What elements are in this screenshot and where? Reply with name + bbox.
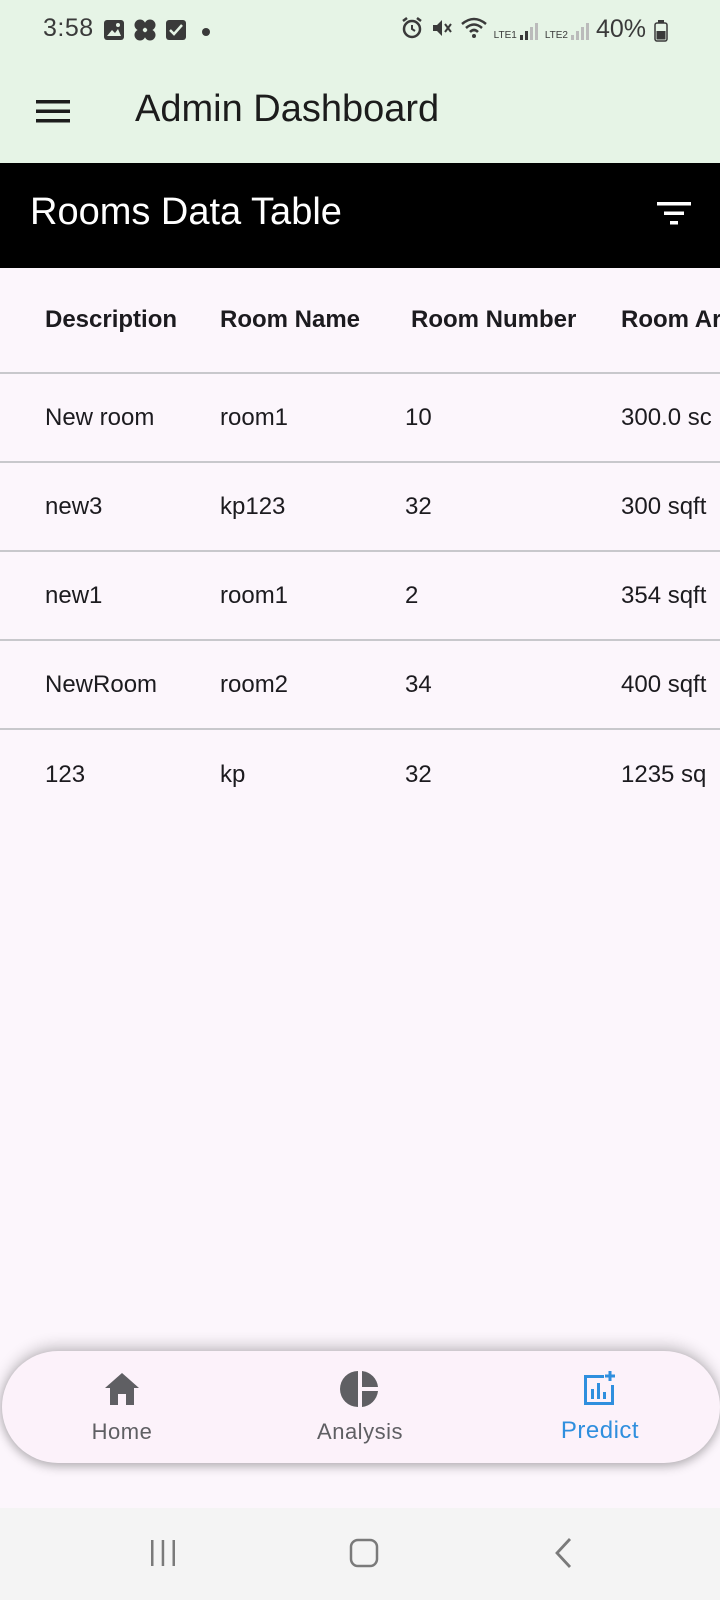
- cell-room-number: 32: [405, 492, 432, 520]
- cell-room-area: 400 sqft: [621, 670, 707, 698]
- signal-lte1-icon: LTE1: [494, 21, 539, 41]
- table-row[interactable]: New room room1 10 300.0 sc: [0, 374, 720, 463]
- network-2-label: LTE2: [544, 29, 568, 41]
- fan-icon: [133, 18, 157, 47]
- cell-room-number: 2: [405, 581, 419, 609]
- nav-label-analysis: Analysis: [317, 1419, 403, 1444]
- nav-item-analysis[interactable]: Analysis: [270, 1351, 450, 1463]
- column-header-room-number[interactable]: Room Number: [411, 268, 576, 372]
- mute-icon: [430, 16, 454, 45]
- cell-room-number: 10: [405, 403, 432, 431]
- home-square-icon: [348, 1537, 380, 1574]
- cell-room-name: kp123: [220, 492, 286, 520]
- table-header-bar: Rooms Data Table: [0, 163, 720, 268]
- system-home-button[interactable]: [340, 1532, 388, 1578]
- pie-chart-icon: [340, 1369, 380, 1409]
- dot-icon: [201, 24, 211, 42]
- back-chevron-icon: [552, 1537, 576, 1574]
- status-bar: 3:58 LTE1 LTE2 40%: [0, 0, 720, 62]
- nav-item-home[interactable]: Home: [32, 1351, 212, 1463]
- app-bar: Admin Dashboard: [0, 62, 720, 163]
- cell-room-name: room1: [220, 403, 289, 431]
- bottom-navigation: Home Analysis Predict: [2, 1351, 720, 1463]
- nav-label-home: Home: [91, 1419, 153, 1444]
- column-header-description[interactable]: Description: [45, 268, 177, 372]
- battery-icon: [654, 20, 668, 47]
- filter-button[interactable]: [652, 195, 696, 235]
- table-row[interactable]: NewRoom room2 34 400 sqft: [0, 641, 720, 730]
- recent-apps-icon: [148, 1538, 178, 1573]
- cell-room-area: 1235 sq: [621, 760, 707, 788]
- home-icon: [103, 1369, 141, 1409]
- recent-apps-button[interactable]: [139, 1532, 187, 1578]
- section-title: Rooms Data Table: [30, 191, 342, 233]
- table-header-row: Description Room Name Room Number Room A…: [0, 268, 720, 374]
- cell-room-name: kp: [220, 760, 246, 788]
- cell-room-area: 300 sqft: [621, 492, 707, 520]
- cell-description: NewRoom: [45, 670, 158, 698]
- wifi-icon: [460, 16, 488, 45]
- network-1-label: LTE1: [493, 29, 517, 41]
- nav-label-predict: Predict: [560, 1417, 640, 1444]
- status-notification-icons: [103, 18, 211, 47]
- status-time: 3:58: [43, 14, 94, 42]
- column-header-room-area[interactable]: Room Ar: [621, 268, 720, 372]
- filter-icon: [656, 199, 692, 232]
- cell-room-number: 32: [405, 760, 432, 788]
- rooms-data-table[interactable]: Description Room Name Room Number Room A…: [0, 268, 720, 819]
- cell-room-number: 34: [405, 670, 432, 698]
- back-button[interactable]: [540, 1532, 588, 1578]
- checkbox-icon: [165, 19, 187, 46]
- battery-percent: 40%: [595, 15, 646, 43]
- nav-item-predict[interactable]: Predict: [510, 1351, 690, 1463]
- cell-description: New room: [45, 403, 155, 431]
- table-row[interactable]: new3 kp123 32 300 sqft: [0, 463, 720, 552]
- cell-room-area: 354 sqft: [621, 581, 707, 609]
- signal-lte2-icon: LTE2: [545, 21, 590, 41]
- cell-room-area: 300.0 sc: [621, 403, 712, 431]
- predict-chart-icon: [580, 1369, 620, 1409]
- system-navigation-bar: [0, 1508, 720, 1600]
- cell-room-name: room2: [220, 670, 289, 698]
- page-title: Admin Dashboard: [135, 88, 440, 130]
- screen: 3:58 LTE1 LTE2 40% Admin Dashboard Rooms…: [0, 0, 720, 1600]
- cell-description: new3: [45, 492, 103, 520]
- table-row[interactable]: new1 room1 2 354 sqft: [0, 552, 720, 641]
- alarm-icon: [400, 16, 424, 45]
- hamburger-menu-icon: [35, 97, 71, 130]
- cell-description: 123: [45, 760, 86, 788]
- cell-description: new1: [45, 581, 103, 609]
- status-system-icons: LTE1 LTE2: [400, 16, 590, 45]
- menu-button[interactable]: [30, 90, 76, 136]
- cell-room-name: room1: [220, 581, 289, 609]
- gallery-icon: [103, 19, 125, 46]
- table-row[interactable]: 123 kp 32 1235 sq: [0, 730, 720, 819]
- column-header-room-name[interactable]: Room Name: [220, 268, 360, 372]
